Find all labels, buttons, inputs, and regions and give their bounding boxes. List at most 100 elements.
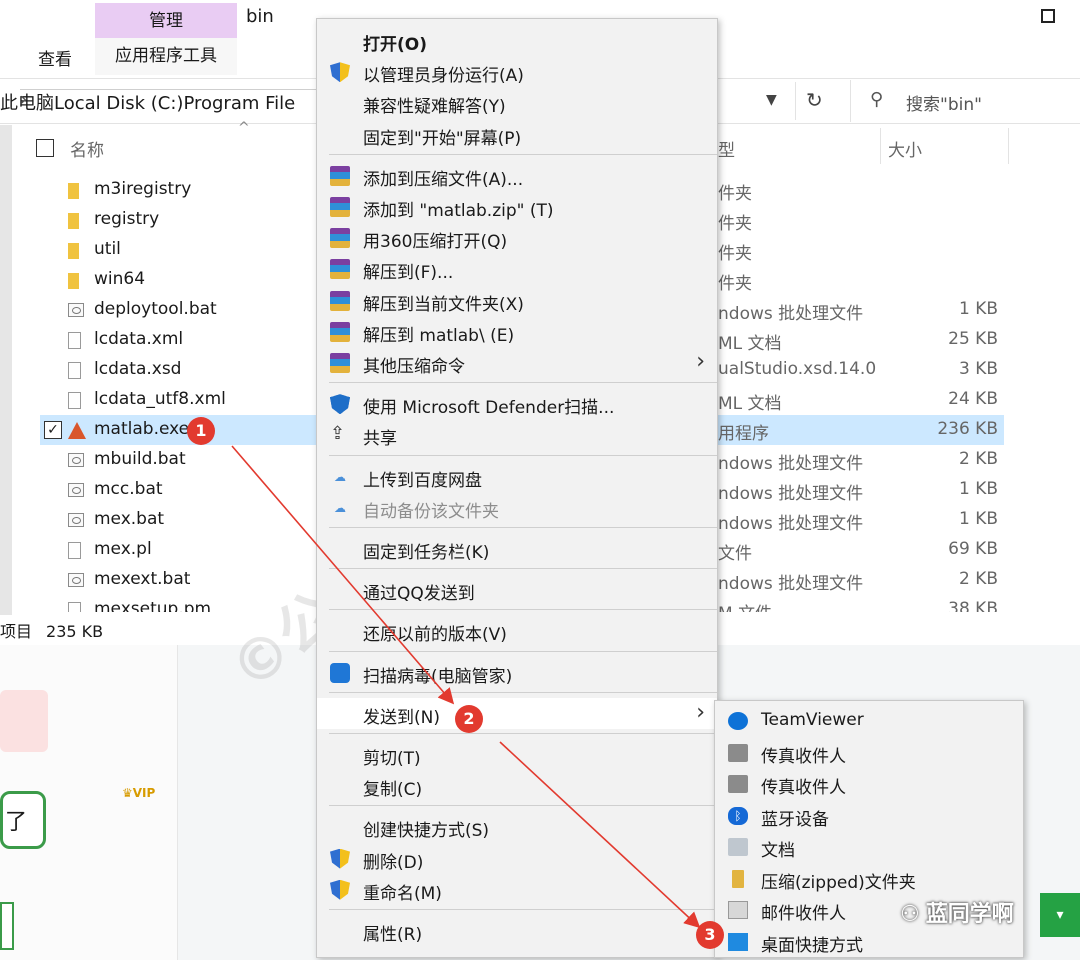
context-menu-item[interactable]: 固定到任务栏(K) xyxy=(317,533,717,564)
context-menu-item[interactable]: 其他压缩命令 › xyxy=(317,347,717,378)
share-icon: ⇪ xyxy=(330,423,346,445)
context-menu-item[interactable]: 发送到(N) › xyxy=(317,697,717,729)
context-menu-label: 固定到任务栏(K) xyxy=(363,543,490,563)
sendto-menu-label: 压缩(zipped)文件夹 xyxy=(761,872,916,893)
winrar-icon xyxy=(330,197,350,217)
context-menu-item[interactable]: 添加到压缩文件(A)... xyxy=(317,160,717,191)
file-size: 2 KB xyxy=(958,449,998,469)
context-menu-item[interactable]: 通过QQ发送到 xyxy=(317,574,717,605)
winrar-icon xyxy=(330,290,350,311)
context-menu-item[interactable]: 使用 Microsoft Defender扫描... xyxy=(317,388,717,419)
context-menu-item[interactable]: 扫描病毒(电脑管家) xyxy=(317,657,717,688)
context-menu-item[interactable]: 属性(R) xyxy=(317,915,717,946)
fax-icon xyxy=(728,775,748,793)
context-menu-item[interactable]: 还原以前的版本(V) xyxy=(317,615,717,646)
context-menu-item[interactable]: ☁ 上传到百度网盘 xyxy=(317,461,717,492)
bat-file-icon xyxy=(68,303,84,317)
bat-file-icon xyxy=(68,573,84,587)
context-menu-label: 属性(R) xyxy=(363,925,423,945)
file-name: mexsetup.pm xyxy=(94,599,212,612)
file-name: deploytool.bat xyxy=(94,299,217,319)
chevron-right-icon: › xyxy=(696,699,705,725)
context-menu-item[interactable]: 用360压缩打开(Q) xyxy=(317,222,717,253)
chevron-right-icon: › xyxy=(696,349,705,374)
sendto-menu-label: 蓝牙设备 xyxy=(761,809,829,830)
sendto-menu-item[interactable]: ᛒ 蓝牙设备 xyxy=(715,800,1023,831)
context-menu-item[interactable]: 兼容性疑难解答(Y) xyxy=(317,87,717,118)
context-menu: 打开(O) 以管理员身份运行(A) 兼容性疑难解答(Y) 固定到"开始"屏幕(P) 添加… xyxy=(316,18,718,958)
document-icon xyxy=(68,362,81,379)
sendto-menu-item[interactable]: 桌面快捷方式 xyxy=(715,926,1023,957)
wechat-icon: ⚇ xyxy=(900,902,920,927)
document-icon xyxy=(68,602,81,612)
context-menu-label: 固定到"开始"屏幕(P) xyxy=(363,128,522,149)
status-items: 项目 xyxy=(0,622,33,641)
context-menu-label: 解压到当前文件夹(X) xyxy=(363,294,524,315)
annotation-badge-3: 3 xyxy=(696,921,724,949)
sendto-menu-item[interactable]: 传真收件人 xyxy=(715,768,1023,799)
context-menu-item[interactable]: ☁ 自动备份该文件夹 xyxy=(317,492,717,523)
winrar-icon xyxy=(330,259,350,280)
context-menu-item[interactable]: ⇪ 共享 xyxy=(317,419,717,450)
zip-folder-icon xyxy=(732,869,744,888)
winrar-icon xyxy=(330,321,350,342)
watermark-brand-text: 蓝同学啊 xyxy=(925,902,1014,927)
teamviewer-icon xyxy=(728,712,748,730)
context-menu-item[interactable]: 解压到当前文件夹(X) xyxy=(317,285,717,316)
file-name: mcc.bat xyxy=(94,479,163,499)
file-type: 件夹 xyxy=(718,184,752,204)
background-card-text: 了 xyxy=(5,810,28,835)
uac-shield-icon xyxy=(330,62,350,83)
file-size: 1 KB xyxy=(958,479,998,499)
sendto-menu-label: 邮件收件人 xyxy=(761,904,846,924)
file-name: mbuild.bat xyxy=(94,449,186,469)
context-menu-item[interactable]: 固定到"开始"屏幕(P) xyxy=(317,119,717,150)
context-menu-item[interactable]: 解压到 matlab\ (E) xyxy=(317,316,717,347)
watermark-brand: ⚇ 蓝同学啊 xyxy=(900,896,1014,928)
winrar-icon xyxy=(330,353,350,373)
context-menu-label: 剪切(T) xyxy=(363,749,421,769)
sendto-menu-item[interactable]: 压缩(zipped)文件夹 xyxy=(715,863,1023,894)
context-menu-label: 通过QQ发送到 xyxy=(363,584,475,605)
file-name: mex.pl xyxy=(94,539,152,559)
context-menu-item[interactable]: 复制(C) xyxy=(317,770,717,801)
document-icon xyxy=(68,392,81,409)
background-card xyxy=(0,902,14,950)
crown-icon: ♛ xyxy=(122,786,133,800)
document-icon xyxy=(68,542,81,559)
file-type: 文件 xyxy=(718,544,752,564)
context-menu-item[interactable]: 重命名(M) xyxy=(317,874,717,905)
bluetooth-icon: ᛒ xyxy=(728,806,748,825)
sendto-menu-label: 桌面快捷方式 xyxy=(761,935,863,956)
sendto-menu-item[interactable]: 文档 xyxy=(715,831,1023,862)
sendto-menu-item[interactable]: TeamViewer xyxy=(715,705,1023,736)
menu-separator xyxy=(329,527,717,528)
menu-separator xyxy=(329,454,717,456)
context-menu-item[interactable]: 解压到(F)... xyxy=(317,253,717,284)
context-menu-label: 删除(D) xyxy=(363,852,424,873)
context-menu-item[interactable]: 打开(O) xyxy=(317,25,717,56)
context-menu-item[interactable]: 删除(D) xyxy=(317,843,717,874)
file-size: 3 KB xyxy=(958,359,998,379)
context-menu-item[interactable]: 创建快捷方式(S) xyxy=(317,811,717,842)
vip-badge: ♛VIP xyxy=(122,786,155,800)
file-type: ML 文档 xyxy=(718,394,782,414)
menu-separator xyxy=(329,805,717,807)
context-menu-label: 用360压缩打开(Q) xyxy=(363,232,508,253)
context-menu-item[interactable]: 剪切(T) xyxy=(317,739,717,770)
sendto-menu-label: 传真收件人 xyxy=(761,746,846,767)
row-checkbox[interactable]: ✓ xyxy=(44,421,62,439)
menu-separator xyxy=(329,909,717,910)
context-menu-item[interactable]: 以管理员身份运行(A) xyxy=(317,56,717,87)
file-name: lcdata.xml xyxy=(94,329,184,349)
context-menu-label: 解压到 matlab\ (E) xyxy=(363,325,515,346)
tencent-guard-icon xyxy=(330,662,350,683)
menu-separator xyxy=(329,733,717,734)
file-size: 2 KB xyxy=(958,569,998,589)
context-menu-label: 添加到 "matlab.zip" (T) xyxy=(363,201,554,221)
sendto-menu-item[interactable]: 传真收件人 xyxy=(715,737,1023,768)
background-card xyxy=(0,690,48,752)
context-menu-label: 解压到(F)... xyxy=(363,263,454,284)
context-menu-label: 其他压缩命令 xyxy=(363,357,465,377)
context-menu-item[interactable]: 添加到 "matlab.zip" (T) xyxy=(317,191,717,222)
